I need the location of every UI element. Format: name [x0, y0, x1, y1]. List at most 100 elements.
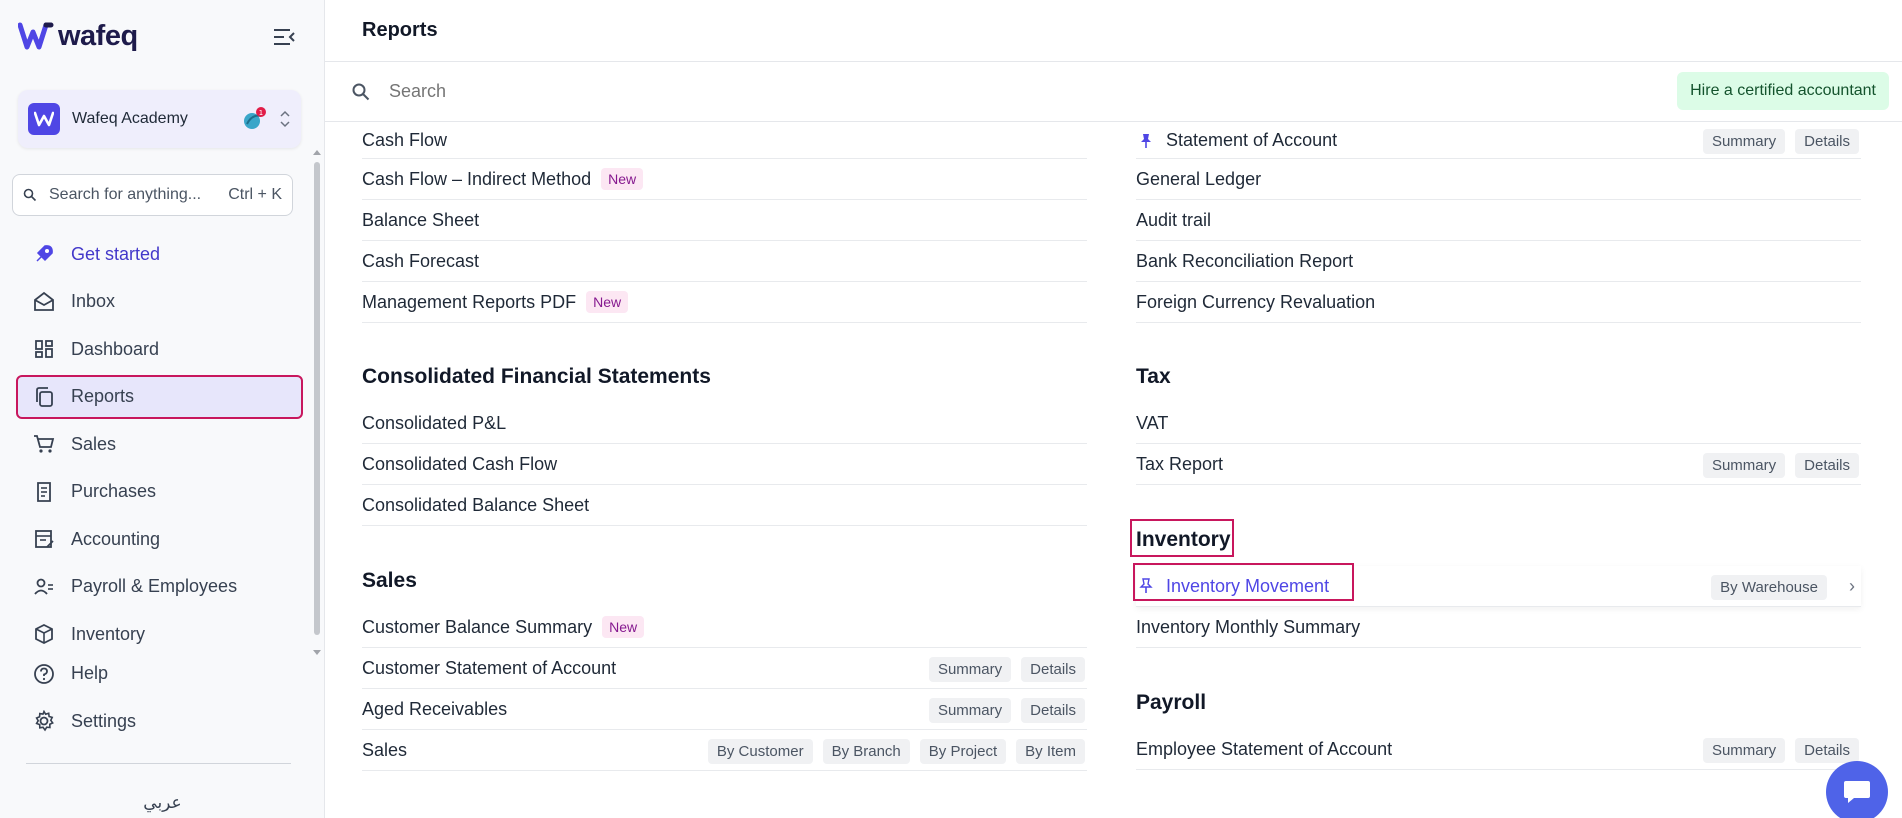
- report-row-vat[interactable]: VAT: [1136, 403, 1861, 444]
- report-row-customer-balance-summary[interactable]: Customer Balance Summary New: [362, 607, 1087, 648]
- report-label[interactable]: Cash Forecast: [362, 251, 479, 272]
- sidebar-item-sales[interactable]: Sales: [18, 424, 301, 464]
- summary-pill[interactable]: Summary: [1702, 453, 1786, 478]
- report-label[interactable]: Management Reports PDF: [362, 292, 576, 313]
- report-label[interactable]: Sales: [362, 740, 407, 761]
- report-label[interactable]: Audit trail: [1136, 210, 1211, 231]
- sidebar-item-purchases[interactable]: Purchases: [18, 472, 301, 512]
- rocket-icon: [36, 245, 53, 262]
- details-pill[interactable]: Details: [1795, 129, 1859, 154]
- report-row-fx-revaluation[interactable]: Foreign Currency Revaluation: [1136, 282, 1861, 323]
- report-row-aged-receivables[interactable]: Aged Receivables Summary Details: [362, 689, 1087, 730]
- search-icon: [23, 188, 37, 202]
- report-label[interactable]: Tax Report: [1136, 454, 1223, 475]
- search-shortcut: Ctrl + K: [228, 186, 282, 203]
- summary-pill[interactable]: Summary: [1702, 129, 1786, 154]
- sidebar-search-placeholder: Search for anything...: [49, 186, 202, 203]
- sidebar-item-inbox[interactable]: Inbox: [18, 282, 301, 322]
- report-row-audit-trail[interactable]: Audit trail: [1136, 200, 1861, 241]
- ledger-icon: [35, 530, 54, 548]
- report-row-inventory-monthly[interactable]: Inventory Monthly Summary: [1136, 607, 1861, 648]
- report-label[interactable]: VAT: [1136, 413, 1168, 434]
- reports-icon: [36, 386, 53, 407]
- report-options: Summary Details: [928, 657, 1085, 682]
- report-label[interactable]: Consolidated Cash Flow: [362, 454, 557, 475]
- sidebar-scrollbar[interactable]: [313, 150, 321, 655]
- scroll-up-arrow[interactable]: [313, 150, 321, 155]
- report-label[interactable]: Aged Receivables: [362, 699, 507, 720]
- details-pill[interactable]: Details: [1021, 657, 1085, 682]
- report-label[interactable]: Inventory Monthly Summary: [1136, 617, 1360, 638]
- report-row-employee-statement[interactable]: Employee Statement of Account Summary De…: [1136, 729, 1861, 770]
- report-row-bank-reconciliation[interactable]: Bank Reconciliation Report: [1136, 241, 1861, 282]
- sidebar-item-accounting[interactable]: Accounting: [18, 519, 301, 559]
- by-branch-pill[interactable]: By Branch: [822, 739, 910, 764]
- pin-icon[interactable]: [1139, 133, 1153, 149]
- report-row-cash-flow-indirect[interactable]: Cash Flow – Indirect Method New: [362, 159, 1087, 200]
- language-toggle[interactable]: عربي: [0, 793, 325, 813]
- hire-accountant-button[interactable]: Hire a certified accountant: [1677, 72, 1889, 110]
- report-options: Summary Details: [1702, 129, 1859, 154]
- page-title: Reports: [362, 19, 438, 41]
- section-title-tax: Tax: [1136, 365, 1171, 388]
- dashboard-icon: [35, 340, 53, 358]
- sidebar-item-inventory[interactable]: Inventory: [18, 614, 301, 654]
- report-row-balance-sheet[interactable]: Balance Sheet: [362, 200, 1087, 241]
- report-row-consolidated-balance-sheet[interactable]: Consolidated Balance Sheet: [362, 485, 1087, 526]
- report-row-consolidated-cash-flow[interactable]: Consolidated Cash Flow: [362, 444, 1087, 485]
- summary-pill[interactable]: Summary: [928, 698, 1012, 723]
- report-label[interactable]: Bank Reconciliation Report: [1136, 251, 1353, 272]
- org-switcher[interactable]: Wafeq Academy 1: [18, 90, 301, 148]
- report-row-tax-report[interactable]: Tax Report Summary Details: [1136, 444, 1861, 485]
- report-label[interactable]: Balance Sheet: [362, 210, 479, 231]
- by-project-pill[interactable]: By Project: [919, 739, 1007, 764]
- report-label[interactable]: Statement of Account: [1166, 130, 1337, 151]
- details-pill[interactable]: Details: [1021, 698, 1085, 723]
- report-row-inventory-movement[interactable]: Inventory Movement By Warehouse ›: [1133, 563, 1861, 607]
- report-row-cash-forecast[interactable]: Cash Forecast: [362, 241, 1087, 282]
- report-row-statement-of-account[interactable]: Statement of Account Summary Details: [1136, 123, 1861, 159]
- report-row-management-pdf[interactable]: Management Reports PDF New: [362, 282, 1087, 323]
- report-label[interactable]: Customer Statement of Account: [362, 658, 616, 679]
- sidebar-item-help[interactable]: Help: [18, 654, 301, 694]
- scroll-down-arrow[interactable]: [313, 650, 321, 655]
- report-label[interactable]: Foreign Currency Revaluation: [1136, 292, 1375, 313]
- summary-pill[interactable]: Summary: [1702, 738, 1786, 763]
- report-row-sales[interactable]: Sales By Customer By Branch By Project B…: [362, 730, 1087, 771]
- report-row-customer-statement[interactable]: Customer Statement of Account Summary De…: [362, 648, 1087, 689]
- sidebar-item-settings[interactable]: Settings: [18, 701, 301, 741]
- summary-pill[interactable]: Summary: [928, 657, 1012, 682]
- report-row-general-ledger[interactable]: General Ledger: [1136, 159, 1861, 200]
- scroll-thumb[interactable]: [314, 162, 320, 635]
- collapse-sidebar-icon[interactable]: [272, 26, 296, 48]
- section-title-payroll: Payroll: [1136, 691, 1207, 714]
- report-row-cash-flow[interactable]: Cash Flow: [362, 123, 1087, 159]
- main: Reports Hire a certified accountant Cash…: [325, 0, 1902, 818]
- chat-support-button[interactable]: [1826, 761, 1888, 818]
- brand-logo[interactable]: wafeq: [18, 18, 298, 54]
- report-label[interactable]: General Ledger: [1136, 169, 1261, 190]
- report-label[interactable]: Cash Flow: [362, 130, 447, 151]
- sidebar-item-payroll[interactable]: Payroll & Employees: [18, 567, 301, 607]
- details-pill[interactable]: Details: [1795, 453, 1859, 478]
- sidebar-item-reports[interactable]: Reports: [16, 374, 303, 419]
- report-row-consolidated-pl[interactable]: Consolidated P&L: [362, 403, 1087, 444]
- highlight-box: [1133, 563, 1354, 601]
- reports-search-input[interactable]: [389, 81, 989, 102]
- org-avatar: [28, 103, 60, 135]
- report-label[interactable]: Consolidated Balance Sheet: [362, 495, 589, 516]
- report-label[interactable]: Consolidated P&L: [362, 413, 506, 434]
- by-customer-pill[interactable]: By Customer: [707, 739, 813, 764]
- report-label[interactable]: Customer Balance Summary: [362, 617, 592, 638]
- notification-rocket-icon[interactable]: 1: [239, 104, 269, 134]
- report-label[interactable]: Cash Flow – Indirect Method: [362, 169, 591, 190]
- sidebar-item-dashboard[interactable]: Dashboard: [18, 329, 301, 369]
- details-pill[interactable]: Details: [1795, 738, 1859, 763]
- sidebar-search[interactable]: Search for anything... Ctrl + K: [12, 174, 293, 216]
- org-name: Wafeq Academy: [72, 110, 188, 127]
- report-label[interactable]: Employee Statement of Account: [1136, 739, 1392, 760]
- by-item-pill[interactable]: By Item: [1016, 739, 1085, 764]
- chevron-right-icon[interactable]: ›: [1849, 576, 1855, 597]
- by-warehouse-pill[interactable]: By Warehouse: [1711, 575, 1827, 600]
- sidebar-item-get-started[interactable]: Get started: [18, 234, 301, 274]
